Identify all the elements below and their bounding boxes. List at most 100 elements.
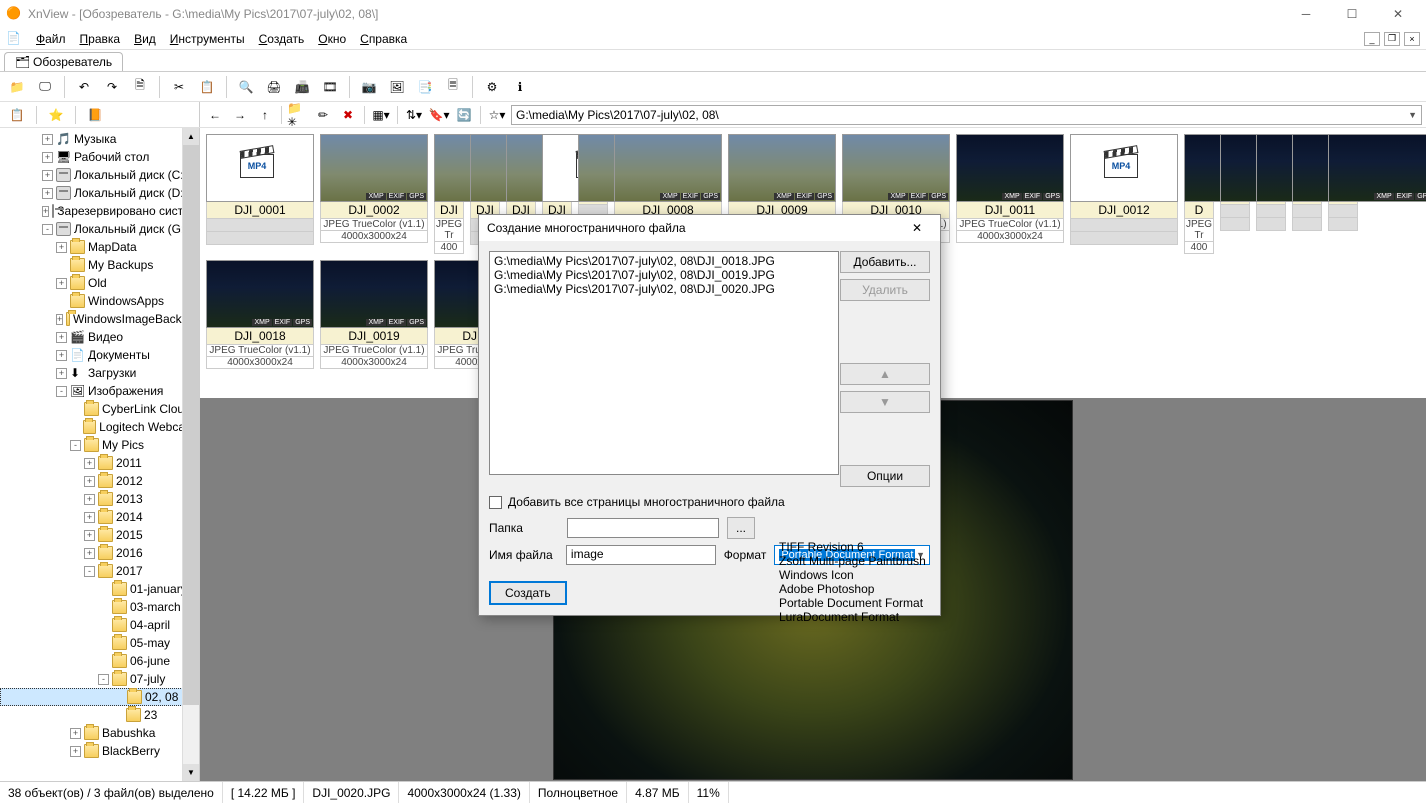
tree-item[interactable]: My Backups xyxy=(0,256,199,274)
up-button[interactable]: ↑ xyxy=(254,104,276,126)
tree-item[interactable]: +Old xyxy=(0,274,199,292)
search-button[interactable]: 🔍 xyxy=(233,74,259,100)
thumbnail-item[interactable]: XMPEXIFGPSDJI_0011JPEG TrueColor (v1.1)4… xyxy=(956,134,1064,254)
tree-item[interactable]: WindowsApps xyxy=(0,292,199,310)
list-item[interactable]: G:\media\My Pics\2017\07-july\02, 08\DJI… xyxy=(492,282,836,296)
tree-item[interactable]: 23 xyxy=(0,706,199,724)
rename-button[interactable]: ✏ xyxy=(312,104,334,126)
filename-input[interactable]: image xyxy=(566,545,716,565)
tree-item[interactable]: +2015 xyxy=(0,526,199,544)
menu-window[interactable]: Окно xyxy=(318,32,346,46)
tree-item[interactable]: +WindowsImageBackup xyxy=(0,310,199,328)
menu-tools[interactable]: Инструменты xyxy=(170,32,245,46)
open-button[interactable]: 📁 xyxy=(4,74,30,100)
thumbnail-item[interactable]: XMPEXIFGPS xyxy=(1328,134,1358,254)
thumbnail-item[interactable]: XMPEXIFGPSDJI_0002JPEG TrueColor (v1.1)4… xyxy=(320,134,428,254)
forward-button[interactable]: → xyxy=(229,104,251,126)
format-dropdown-list[interactable]: TIFF Revision 6Zsoft Multi-page Paintbru… xyxy=(779,540,926,624)
capture-button[interactable]: 📷 xyxy=(356,74,382,100)
tree-item[interactable]: +🎬Видео xyxy=(0,328,199,346)
minimize-button[interactable]: ─ xyxy=(1284,2,1328,26)
slides-button[interactable]: 🎞 xyxy=(317,74,343,100)
rotate-ccw-button[interactable]: ↶ xyxy=(71,74,97,100)
maximize-button[interactable]: ☐ xyxy=(1330,2,1374,26)
tree-item[interactable]: 02, 08 xyxy=(0,688,199,706)
print-button[interactable]: 🖨 xyxy=(261,74,287,100)
move-up-button[interactable]: ▲ xyxy=(840,363,930,385)
menu-file[interactable]: Файл xyxy=(36,32,66,46)
thumbnail-item[interactable]: XMPEXIFGPS xyxy=(1292,134,1322,254)
move-down-button[interactable]: ▼ xyxy=(840,391,930,413)
filter-button[interactable]: 🔖▾ xyxy=(428,104,450,126)
convert-button[interactable]: 🗎 xyxy=(127,74,153,100)
format-option[interactable]: LuraDocument Format xyxy=(779,610,926,624)
dialog-titlebar[interactable]: Создание многостраничного файла ✕ xyxy=(479,215,940,241)
menu-view[interactable]: Вид xyxy=(134,32,156,46)
mdi-restore[interactable]: ❐ xyxy=(1384,32,1400,46)
tree-scrollbar[interactable]: ▲▼ xyxy=(182,128,199,781)
folder-input[interactable] xyxy=(567,518,719,538)
delete-button[interactable]: ✖ xyxy=(337,104,359,126)
tree-item[interactable]: +2016 xyxy=(0,544,199,562)
address-dropdown-icon[interactable]: ▼ xyxy=(1408,110,1417,120)
tree-item[interactable]: -2017 xyxy=(0,562,199,580)
format-option[interactable]: Portable Document Format xyxy=(779,596,926,610)
tree-item[interactable]: -My Pics xyxy=(0,436,199,454)
sort-button[interactable]: ⇅▾ xyxy=(403,104,425,126)
thumbnail-item[interactable]: XMPEXIFGPSDJIJPEG Tr400 xyxy=(434,134,464,254)
tree-item[interactable]: +📄Документы xyxy=(0,346,199,364)
thumbnail-item[interactable]: MP4DJI_0012 xyxy=(1070,134,1178,254)
menu-create[interactable]: Создать xyxy=(259,32,305,46)
create-button[interactable]: Создать xyxy=(489,581,567,605)
thumbnail-item[interactable]: XMPEXIFGPS xyxy=(1220,134,1250,254)
tree-item[interactable]: 04-april xyxy=(0,616,199,634)
format-option[interactable]: Zsoft Multi-page Paintbrush xyxy=(779,554,926,568)
thumbnail-item[interactable]: XMPEXIFGPSDJPEG Tr400 xyxy=(1184,134,1214,254)
mdi-close[interactable]: × xyxy=(1404,32,1420,46)
info-button[interactable]: ℹ xyxy=(507,74,533,100)
tree-item[interactable]: +Babushka xyxy=(0,724,199,742)
tree-item[interactable]: +🖥Рабочий стол xyxy=(0,148,199,166)
tree-item[interactable]: +2013 xyxy=(0,490,199,508)
tree-item[interactable]: 03-march xyxy=(0,598,199,616)
tree-copy-button[interactable]: 📋 xyxy=(6,104,28,126)
add-button[interactable]: Добавить... xyxy=(840,251,930,273)
tab-browser[interactable]: 🗂 Обозреватель xyxy=(4,52,123,71)
tree-item[interactable]: +🎵Музыка xyxy=(0,130,199,148)
remove-button[interactable]: Удалить xyxy=(840,279,930,301)
menu-edit[interactable]: Правка xyxy=(80,32,121,46)
refresh-button[interactable]: 🔄 xyxy=(453,104,475,126)
browse-button[interactable]: ... xyxy=(727,517,755,539)
favorite-button[interactable]: ⭐ xyxy=(45,104,67,126)
tree-item[interactable]: +⬇Загрузки xyxy=(0,364,199,382)
tree-item[interactable]: -🖼Изображения xyxy=(0,382,199,400)
tree-item[interactable]: 05-may xyxy=(0,634,199,652)
tree-item[interactable]: -07-july xyxy=(0,670,199,688)
scan-button[interactable]: 📠 xyxy=(289,74,315,100)
tree-item[interactable]: -Локальный диск (G:) xyxy=(0,220,199,238)
batch-button[interactable]: 📑 xyxy=(412,74,438,100)
tree-item[interactable]: +2012 xyxy=(0,472,199,490)
thumbnail-item[interactable]: XMPEXIFGPSDJI_0019JPEG TrueColor (v1.1)4… xyxy=(320,260,428,369)
options-button[interactable]: Опции xyxy=(840,465,930,487)
format-option[interactable]: Windows Icon xyxy=(779,568,926,582)
tree-item[interactable]: +Зарезервировано системой xyxy=(0,202,199,220)
compare-button[interactable]: 🗏 xyxy=(440,74,466,100)
tree-item[interactable]: 06-june xyxy=(0,652,199,670)
cut-button[interactable]: ✂ xyxy=(166,74,192,100)
thumbnail-item[interactable]: XMPEXIFGPS xyxy=(1256,134,1286,254)
address-bar[interactable]: G:\media\My Pics\2017\07-july\02, 08\ ▼ xyxy=(511,105,1422,125)
tree-item[interactable]: Logitech Webcam xyxy=(0,418,199,436)
tree-item[interactable]: +Локальный диск (D:) xyxy=(0,184,199,202)
tree-item[interactable]: 01-january xyxy=(0,580,199,598)
list-item[interactable]: G:\media\My Pics\2017\07-july\02, 08\DJI… xyxy=(492,254,836,268)
mdi-minimize[interactable]: _ xyxy=(1364,32,1380,46)
folder-tree[interactable]: +🎵Музыка+🖥Рабочий стол+Локальный диск (C… xyxy=(0,128,200,781)
add-all-pages-checkbox[interactable] xyxy=(489,496,502,509)
tree-item[interactable]: +Локальный диск (C:) xyxy=(0,166,199,184)
settings-button[interactable]: ⚙ xyxy=(479,74,505,100)
thumbnail-item[interactable]: XMPEXIFGPSDJI_0018JPEG TrueColor (v1.1)4… xyxy=(206,260,314,369)
tree-item[interactable]: +2011 xyxy=(0,454,199,472)
view-mode-button[interactable]: ▦▾ xyxy=(370,104,392,126)
newfolder-button[interactable]: 📁✳ xyxy=(287,104,309,126)
